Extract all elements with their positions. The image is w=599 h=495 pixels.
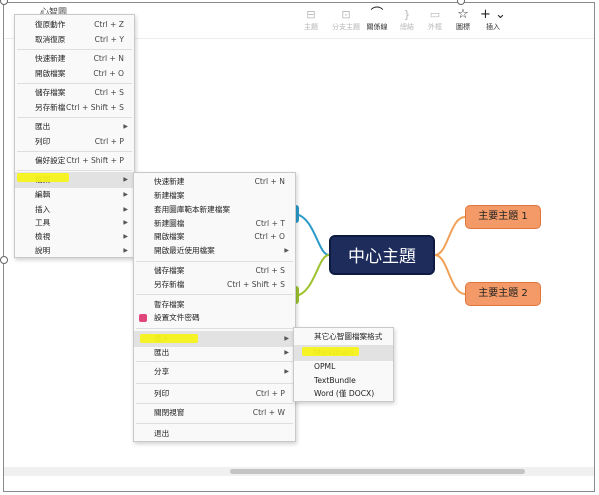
menu-item[interactable]: 復原動作 Ctrl + Z <box>15 17 134 33</box>
menu-item-label: 開啟最近使用檔案 <box>154 246 215 255</box>
menu-item-label: 編輯 <box>35 190 51 199</box>
menu-item[interactable]: 開啟最近使用檔案 ▶ <box>134 243 295 259</box>
menu-item[interactable]: 分享 ▶ <box>134 364 295 380</box>
central-topic[interactable]: 中心主題 <box>329 235 435 275</box>
menu-item-label: 開啟檔案 <box>35 69 66 78</box>
submenu-arrow-icon: ▶ <box>123 176 128 183</box>
menu-item[interactable]: 儲存檔案 Ctrl + S <box>15 85 134 101</box>
menu-separator <box>136 423 293 424</box>
menu-item[interactable]: 設置文件密碼 <box>134 310 295 326</box>
menu-item[interactable]: 編輯 ▶ <box>15 187 134 203</box>
connector-line <box>295 254 330 297</box>
menu-item-label: 關閉視窗 <box>154 408 185 417</box>
menu-item[interactable]: 退出 <box>134 426 295 442</box>
menu-item-label: 列印 <box>154 389 170 398</box>
main-topic-1[interactable]: 主要主題 1 <box>465 205 541 229</box>
menu-item-shortcut: Ctrl + Shift + P <box>66 156 124 165</box>
menu-item[interactable]: 其它心智圖檔案格式 <box>294 329 393 345</box>
menu-separator <box>136 294 293 295</box>
menu-item-shortcut: Ctrl + P <box>255 389 285 398</box>
submenu-arrow-icon: ▶ <box>284 247 289 254</box>
menu-item[interactable]: 匯出 ▶ <box>15 119 134 135</box>
menu-separator <box>17 49 132 50</box>
menu-item-label: 匯出 <box>154 348 170 357</box>
submenu-arrow-icon: ▶ <box>123 191 128 198</box>
menu-item-shortcut: Ctrl + S <box>94 88 124 97</box>
submenu-arrow-icon: ▶ <box>123 247 128 254</box>
import-submenu: 其它心智圖檔案格式MarkdownOPMLTextBundleWord (僅 D… <box>293 327 394 402</box>
menu-item[interactable]: 列印 Ctrl + P <box>15 134 134 150</box>
menu-item[interactable]: 匯出 ▶ <box>134 345 295 361</box>
menu-item[interactable]: Word (僅 DOCX) <box>294 386 393 402</box>
menu-item-label: 另存新檔 <box>35 103 66 112</box>
submenu-arrow-icon: ▶ <box>284 349 289 356</box>
menu-item-label: 快速新建 <box>35 54 66 63</box>
menu-item-label: 分享 <box>154 367 170 376</box>
menu-item[interactable]: 說明 ▶ <box>15 243 134 259</box>
menu-item-label: 列印 <box>35 137 51 146</box>
lock-icon <box>139 314 147 322</box>
menu-item-label: 復原動作 <box>35 20 66 29</box>
menu-item-shortcut: Ctrl + Shift + S <box>227 280 285 289</box>
menu-item-label: 儲存檔案 <box>35 88 66 97</box>
menu-item-label: 匯出 <box>35 122 51 131</box>
submenu-arrow-icon: ▶ <box>123 123 128 130</box>
menu-separator <box>17 170 132 171</box>
connector-line <box>434 216 466 256</box>
scrollbar-thumb[interactable] <box>230 469 525 474</box>
menu-item-shortcut: Ctrl + O <box>93 69 124 78</box>
menu-item-label: 取消復原 <box>35 35 66 44</box>
menu-item-label: 另存新檔 <box>154 280 185 289</box>
menu-item-shortcut: Ctrl + Z <box>94 20 124 29</box>
menu-separator <box>136 383 293 384</box>
menu-item-shortcut: Ctrl + Y <box>94 35 124 44</box>
connector-line <box>295 213 330 256</box>
menu-separator <box>136 328 293 329</box>
menu-item[interactable]: 另存新檔 Ctrl + Shift + S <box>15 100 134 116</box>
menu-separator <box>17 83 132 84</box>
menu-item[interactable]: 關閉視窗 Ctrl + W <box>134 405 295 421</box>
menu-item-shortcut: Ctrl + Shift + S <box>66 103 124 112</box>
menu-item-label: 設置文件密碼 <box>154 313 200 322</box>
menu-item-label: 偏好設定 <box>35 156 66 165</box>
menu-item-shortcut: Ctrl + N <box>93 54 124 63</box>
highlighter-mark <box>17 173 69 182</box>
menu-item-label: 其它心智圖檔案格式 <box>314 332 383 341</box>
menu-item-label: 退出 <box>154 429 170 438</box>
main-topic-2[interactable]: 主要主題 2 <box>465 282 541 306</box>
file-submenu: 快速新建 Ctrl + N 新建檔案 套用圖庫範本新建檔案 新建圖檔 Ctrl + T 開啟… <box>133 172 296 442</box>
menu-separator <box>17 151 132 152</box>
main-menu: 復原動作 Ctrl + Z 取消復原 Ctrl + Y 快速新建 Ctrl + N 開啟檔案… <box>14 14 135 258</box>
menu-item-label: Word (僅 DOCX) <box>314 389 375 398</box>
menu-item-shortcut: Ctrl + P <box>94 137 124 146</box>
menu-separator <box>17 117 132 118</box>
highlighter-mark <box>302 347 359 356</box>
menu-item-label: 說明 <box>35 246 51 255</box>
menu-item[interactable]: 快速新建 Ctrl + N <box>15 51 134 67</box>
menu-item[interactable]: 另存新檔 Ctrl + Shift + S <box>134 277 295 293</box>
menu-item-shortcut: Ctrl + W <box>252 408 285 417</box>
menu-item[interactable]: 取消復原 Ctrl + Y <box>15 32 134 48</box>
menu-item[interactable]: 列印 Ctrl + P <box>134 386 295 402</box>
connector-line <box>434 254 466 295</box>
submenu-arrow-icon: ▶ <box>284 368 289 375</box>
menu-item[interactable]: 開啟檔案 Ctrl + O <box>15 66 134 82</box>
menu-separator <box>136 403 293 404</box>
menu-separator <box>136 261 293 262</box>
menu-item[interactable]: 偏好設定 Ctrl + Shift + P <box>15 153 134 169</box>
highlighter-mark <box>140 334 198 343</box>
menu-separator <box>136 361 293 362</box>
